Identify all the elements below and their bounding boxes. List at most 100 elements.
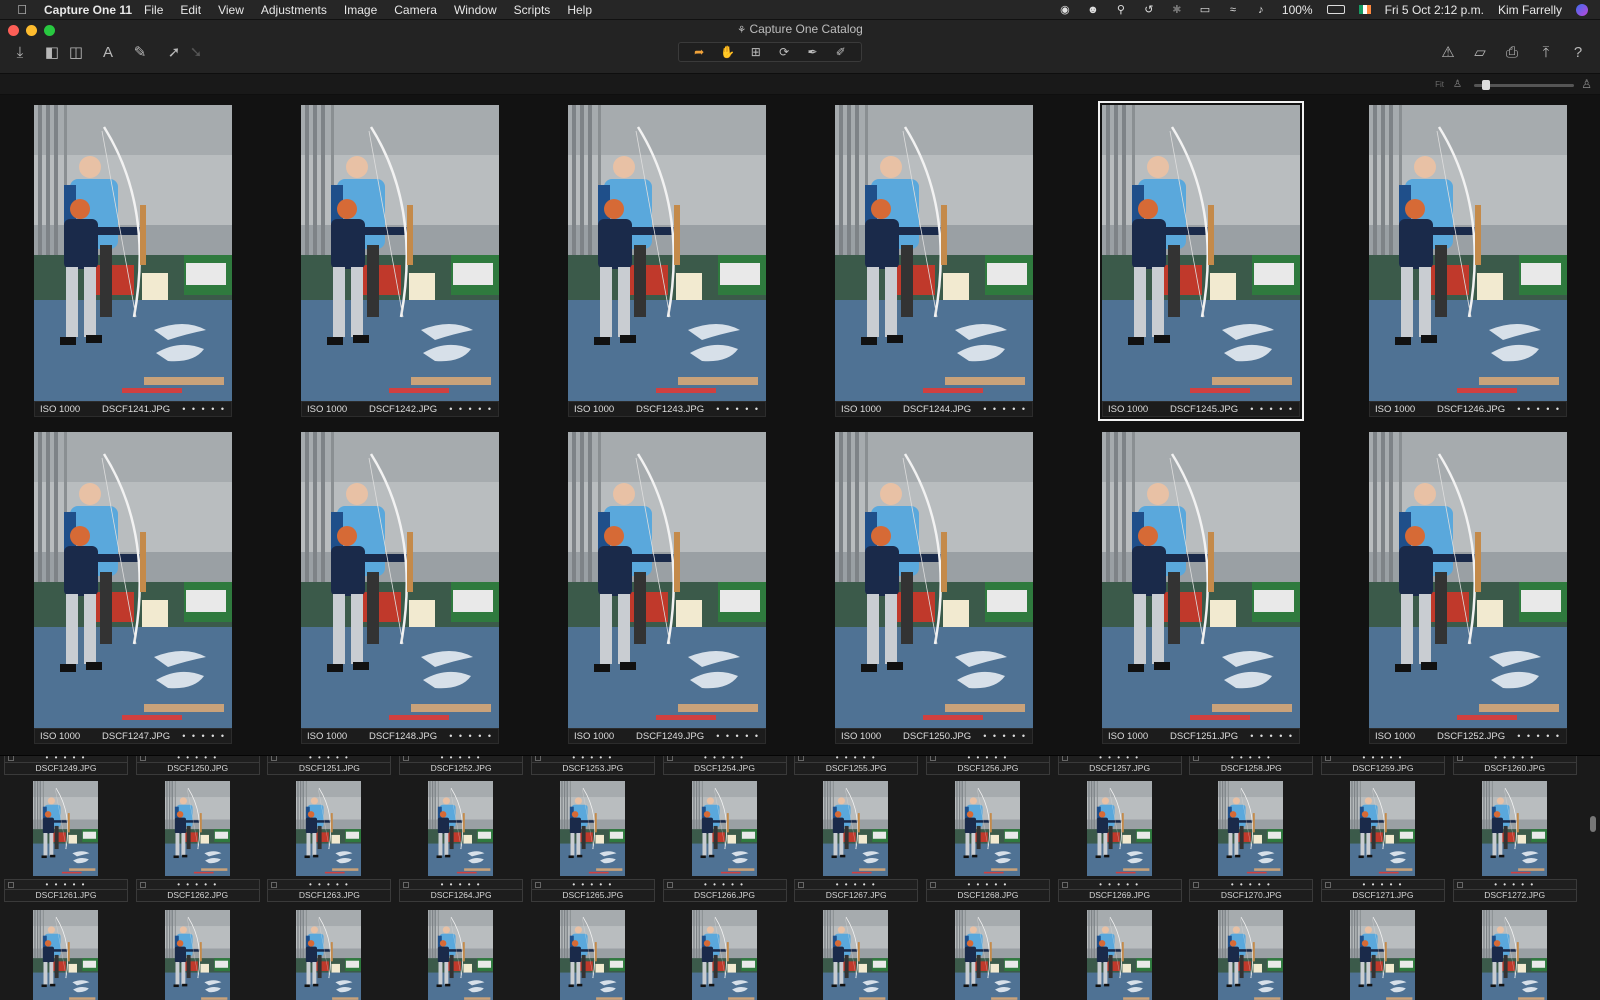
annotate-icon[interactable]: ✐	[830, 45, 852, 59]
browser-thumbnail[interactable]	[954, 781, 1020, 876]
bluetooth-icon[interactable]: ✱	[1170, 4, 1184, 16]
viewer-image-photo[interactable]	[568, 432, 766, 728]
viewer-image[interactable]: ISO 1000 DSCF1245.JPG • • • • •	[1098, 101, 1304, 421]
rotate-icon[interactable]: ⟳	[773, 45, 795, 59]
select-checkbox[interactable]	[403, 882, 410, 888]
select-checkbox[interactable]	[1456, 756, 1463, 761]
viewer-image-photo[interactable]	[568, 105, 766, 401]
select-checkbox[interactable]	[1193, 756, 1200, 761]
viewer-image[interactable]: ISO 1000 DSCF1242.JPG • • • • •	[301, 105, 499, 417]
menu-scripts[interactable]: Scripts	[514, 3, 551, 17]
viewer-image-photo[interactable]	[301, 432, 499, 728]
zoom-window-button[interactable]	[44, 25, 55, 36]
zoom-slider[interactable]	[1474, 80, 1574, 90]
browser-thumbnail[interactable]	[691, 910, 757, 1000]
menu-window[interactable]: Window	[454, 3, 497, 17]
browser-star-rating[interactable]: • • • • •	[1189, 756, 1314, 763]
viewer-image[interactable]: ISO 1000 DSCF1241.JPG • • • • •	[34, 105, 232, 417]
browser-thumbnail[interactable]	[1481, 910, 1547, 1000]
time-machine-icon[interactable]: ↺	[1142, 4, 1156, 16]
select-checkbox[interactable]	[798, 756, 805, 761]
browser-star-rating[interactable]: • • • • •	[794, 879, 919, 890]
browser-thumbnail[interactable]	[33, 781, 98, 876]
star-rating[interactable]: • • • • •	[716, 731, 760, 741]
camera-icon[interactable]: ◉	[1058, 4, 1072, 16]
viewer-image[interactable]: ISO 1000 DSCF1251.JPG • • • • •	[1102, 432, 1300, 744]
browser-star-rating[interactable]: • • • • •	[1057, 879, 1182, 890]
select-checkbox[interactable]	[1456, 882, 1463, 888]
brush-icon[interactable]: ✎	[128, 42, 152, 64]
close-window-button[interactable]	[8, 25, 19, 36]
viewer-image[interactable]: ISO 1000 DSCF1244.JPG • • • • •	[835, 105, 1033, 417]
browser-thumbnail[interactable]	[823, 910, 889, 1000]
select-checkbox[interactable]	[534, 882, 541, 888]
browser-star-rating[interactable]: • • • • •	[1452, 879, 1577, 890]
pan-hand-icon[interactable]: ✋	[716, 45, 738, 59]
star-rating[interactable]: • • • • •	[1250, 731, 1294, 741]
select-checkbox[interactable]	[666, 756, 673, 761]
viewer-image-photo[interactable]	[835, 105, 1033, 401]
browser-thumbnail[interactable]	[296, 910, 362, 1000]
browser-thumbnail[interactable]	[428, 910, 494, 1000]
select-checkbox[interactable]	[271, 882, 278, 888]
crop-icon[interactable]: ⊞	[745, 45, 767, 59]
viewer-image-photo[interactable]	[34, 105, 232, 401]
star-rating[interactable]: • • • • •	[1250, 404, 1294, 414]
select-checkbox[interactable]	[929, 882, 936, 888]
search-icon[interactable]: ⚲	[1114, 4, 1128, 16]
color-picker-icon[interactable]: ✒	[801, 45, 823, 59]
browser-star-rating[interactable]: • • • • •	[925, 756, 1050, 763]
browser-star-rating[interactable]: • • • • •	[399, 756, 524, 763]
star-rating[interactable]: • • • • •	[449, 731, 493, 741]
browser-star-rating[interactable]: • • • • •	[1321, 756, 1445, 763]
apply-adjustments-icon[interactable]: ➚	[162, 42, 186, 64]
menu-help[interactable]: Help	[567, 3, 592, 17]
menu-file[interactable]: File	[144, 3, 163, 17]
menu-edit[interactable]: Edit	[180, 3, 201, 17]
browser-thumbnail[interactable]	[33, 910, 98, 1000]
zoom-fit-label[interactable]: Fit	[1435, 80, 1444, 89]
browser-thumbnail[interactable]	[1086, 781, 1152, 876]
multi-view-icon[interactable]: ◫	[64, 42, 88, 64]
user-name[interactable]: Kim Farrelly	[1498, 3, 1562, 17]
help-icon[interactable]: ?	[1566, 42, 1590, 64]
text-tool-icon[interactable]: A	[96, 42, 120, 64]
select-checkbox[interactable]	[1325, 756, 1331, 761]
viewer-image-photo[interactable]	[1102, 432, 1300, 728]
browser-star-rating[interactable]: • • • • •	[4, 756, 128, 763]
viewer-image-photo[interactable]	[301, 105, 499, 401]
select-checkbox[interactable]	[139, 882, 146, 888]
select-cursor-icon[interactable]: ➦	[688, 45, 710, 59]
select-checkbox[interactable]	[1193, 882, 1200, 888]
browser-scrollbar[interactable]	[1590, 816, 1596, 832]
star-rating[interactable]: • • • • •	[449, 404, 493, 414]
ireland-flag-icon[interactable]	[1358, 5, 1371, 14]
star-rating[interactable]: • • • • •	[182, 731, 226, 741]
browser-star-rating[interactable]: • • • • •	[135, 756, 260, 763]
select-checkbox[interactable]	[1061, 882, 1068, 888]
browser-star-rating[interactable]: • • • • •	[794, 756, 919, 763]
browser-thumbnail[interactable]	[559, 781, 625, 876]
star-rating[interactable]: • • • • •	[1517, 731, 1561, 741]
minimize-window-button[interactable]	[26, 25, 37, 36]
copy-adjustments-icon[interactable]: ➘	[184, 42, 208, 64]
menu-adjustments[interactable]: Adjustments	[261, 3, 327, 17]
wifi-icon[interactable]: ≈	[1226, 4, 1240, 16]
browser-thumbnail[interactable]	[691, 781, 757, 876]
viewer-image[interactable]: ISO 1000 DSCF1247.JPG • • • • •	[34, 432, 232, 744]
user-icon[interactable]: ☻	[1086, 4, 1100, 16]
browser-star-rating[interactable]: • • • • •	[662, 756, 787, 763]
zoom-slider-handle[interactable]	[1482, 80, 1490, 90]
apple-icon[interactable]: 	[0, 2, 44, 17]
viewer-image[interactable]: ISO 1000 DSCF1243.JPG • • • • •	[568, 105, 766, 417]
zoom-out-icon[interactable]: ♙	[1453, 79, 1462, 90]
star-rating[interactable]: • • • • •	[182, 404, 226, 414]
viewer-image[interactable]: ISO 1000 DSCF1249.JPG • • • • •	[568, 432, 766, 744]
volume-icon[interactable]: ♪	[1254, 4, 1268, 16]
viewer-image[interactable]: ISO 1000 DSCF1252.JPG • • • • •	[1369, 432, 1567, 744]
browser-thumbnail[interactable]	[823, 781, 889, 876]
browser-thumbnail[interactable]	[954, 910, 1020, 1000]
star-rating[interactable]: • • • • •	[716, 404, 760, 414]
menu-camera[interactable]: Camera	[394, 3, 437, 17]
browser-star-rating[interactable]: • • • • •	[4, 879, 128, 890]
